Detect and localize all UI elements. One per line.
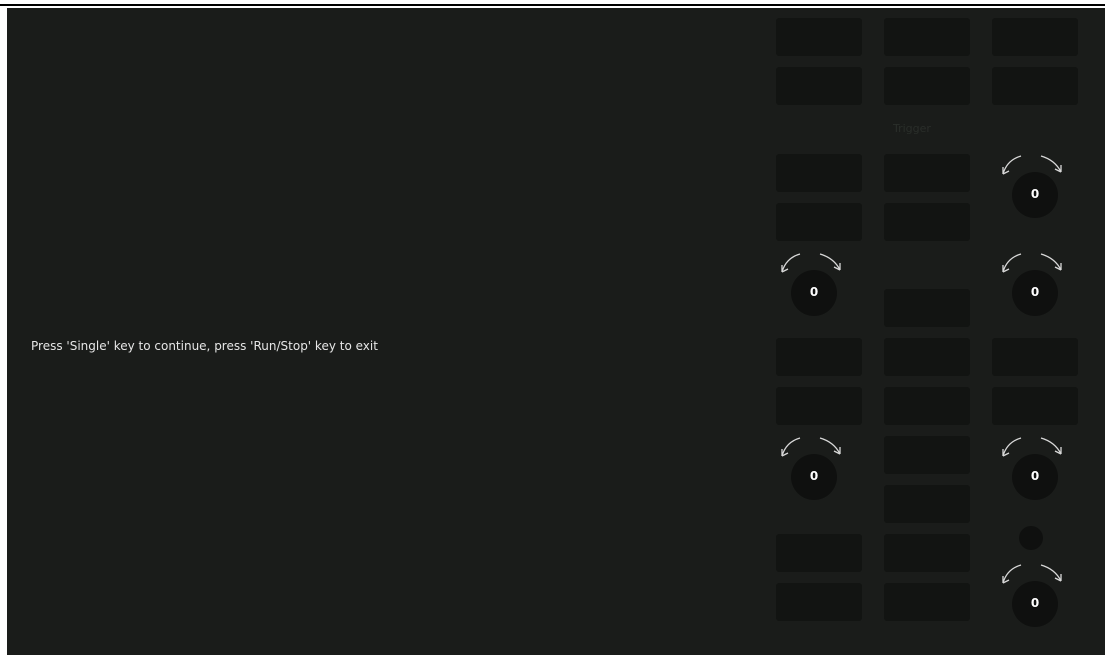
panel-key-a1[interactable] <box>776 18 862 56</box>
knob-value: 0 <box>809 469 819 483</box>
panel-key-c2[interactable] <box>992 67 1078 105</box>
knob-dial[interactable]: 0 <box>1012 454 1058 500</box>
top-border-line <box>0 4 1105 6</box>
panel-key-b8[interactable] <box>884 436 970 474</box>
panel-key-b7[interactable] <box>884 387 970 425</box>
knob-value: 0 <box>809 285 819 299</box>
rotary-knob[interactable]: 0 <box>999 430 1069 504</box>
panel-key-a7[interactable] <box>776 387 862 425</box>
knob-dial[interactable]: 0 <box>791 270 837 316</box>
panel-key-b2[interactable] <box>884 67 970 105</box>
indicator-led <box>1019 526 1043 550</box>
panel-key-b9[interactable] <box>884 485 970 523</box>
knob-dial[interactable]: 0 <box>1012 270 1058 316</box>
knob-value: 0 <box>1030 469 1040 483</box>
knob-dial[interactable]: 0 <box>791 454 837 500</box>
trigger-key-1[interactable] <box>884 154 970 192</box>
panel-key-c6[interactable] <box>992 338 1078 376</box>
panel-key-a10[interactable] <box>776 534 862 572</box>
rotary-knob[interactable]: 0 <box>999 557 1069 631</box>
panel-key-c1[interactable] <box>992 18 1078 56</box>
knob-value: 0 <box>1030 187 1040 201</box>
panel-key-c7[interactable] <box>992 387 1078 425</box>
panel-key-b5[interactable] <box>884 289 970 327</box>
rotary-knob[interactable]: 0 <box>999 246 1069 320</box>
panel-key-a2[interactable] <box>776 67 862 105</box>
panel-key-a3[interactable] <box>776 154 862 192</box>
trigger-key-2[interactable] <box>884 203 970 241</box>
panel-key-a6[interactable] <box>776 338 862 376</box>
panel-key-b1[interactable] <box>884 18 970 56</box>
panel-key-b10[interactable] <box>884 534 970 572</box>
knob-dial[interactable]: 0 <box>1012 581 1058 627</box>
knob-value: 0 <box>1030 285 1040 299</box>
trigger-section-label: Trigger <box>893 122 931 135</box>
knob-value: 0 <box>1030 596 1040 610</box>
panel-key-a11[interactable] <box>776 583 862 621</box>
rotary-knob[interactable]: 0 <box>778 430 848 504</box>
panel-key-b11[interactable] <box>884 583 970 621</box>
panel-key-a4[interactable] <box>776 203 862 241</box>
panel-key-b6[interactable] <box>884 338 970 376</box>
rotary-knob[interactable]: 0 <box>778 246 848 320</box>
rotary-knob[interactable]: 0 <box>999 148 1069 222</box>
knob-dial[interactable]: 0 <box>1012 172 1058 218</box>
status-message: Press 'Single' key to continue, press 'R… <box>31 339 378 353</box>
